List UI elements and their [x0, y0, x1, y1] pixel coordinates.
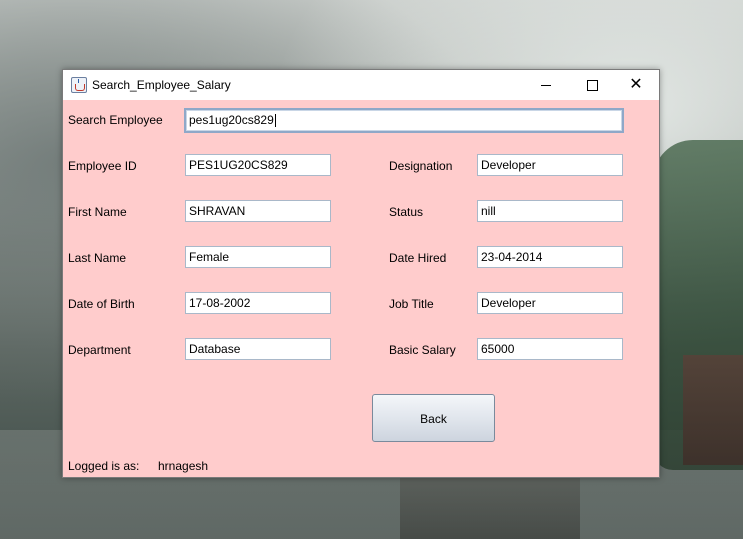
- logged-in-label: Logged is as:: [68, 459, 140, 473]
- maximize-icon: [586, 79, 598, 91]
- first-name-field[interactable]: SHRAVAN: [185, 200, 331, 222]
- window-title: Search_Employee_Salary: [92, 78, 231, 92]
- background-dock: [400, 470, 580, 539]
- designation-field[interactable]: Developer: [477, 154, 623, 176]
- date-hired-field[interactable]: 23-04-2014: [477, 246, 623, 268]
- search-employee-salary-window: Search_Employee_Salary ✕ Search Employee…: [62, 69, 660, 478]
- basic-salary-field[interactable]: 65000: [477, 338, 623, 360]
- employee-id-field[interactable]: PES1UG20CS829: [185, 154, 331, 176]
- back-button[interactable]: Back: [372, 394, 495, 442]
- status-field[interactable]: nill: [477, 200, 623, 222]
- date-hired-label: Date Hired: [389, 251, 447, 265]
- java-app-icon: [71, 77, 87, 93]
- logged-in-username: hrnagesh: [158, 459, 209, 473]
- maximize-button[interactable]: [569, 70, 615, 100]
- status-label: Status: [389, 205, 424, 219]
- text-caret: [274, 114, 276, 128]
- designation-label: Designation: [389, 159, 453, 173]
- basic-salary-label: Basic Salary: [389, 343, 456, 357]
- close-button[interactable]: ✕: [613, 70, 659, 100]
- date-of-birth-label: Date of Birth: [68, 297, 135, 311]
- close-icon: ✕: [629, 76, 643, 93]
- search-employee-input[interactable]: pes1ug20cs829: [184, 108, 624, 133]
- job-title-label: Job Title: [389, 297, 434, 311]
- department-label: Department: [68, 343, 131, 357]
- minimize-button[interactable]: [523, 70, 569, 100]
- last-name-field[interactable]: Female: [185, 246, 331, 268]
- last-name-label: Last Name: [68, 251, 127, 265]
- title-bar[interactable]: Search_Employee_Salary ✕: [63, 70, 659, 100]
- date-of-birth-field[interactable]: 17-08-2002: [185, 292, 331, 314]
- job-title-field[interactable]: Developer: [477, 292, 623, 314]
- search-employee-value: pes1ug20cs829: [189, 113, 274, 127]
- background-hut: [683, 355, 743, 465]
- department-field[interactable]: Database: [185, 338, 331, 360]
- first-name-label: First Name: [68, 205, 127, 219]
- minimize-icon: [541, 84, 551, 86]
- employee-id-label: Employee ID: [68, 159, 137, 173]
- search-employee-label: Search Employee: [68, 113, 163, 127]
